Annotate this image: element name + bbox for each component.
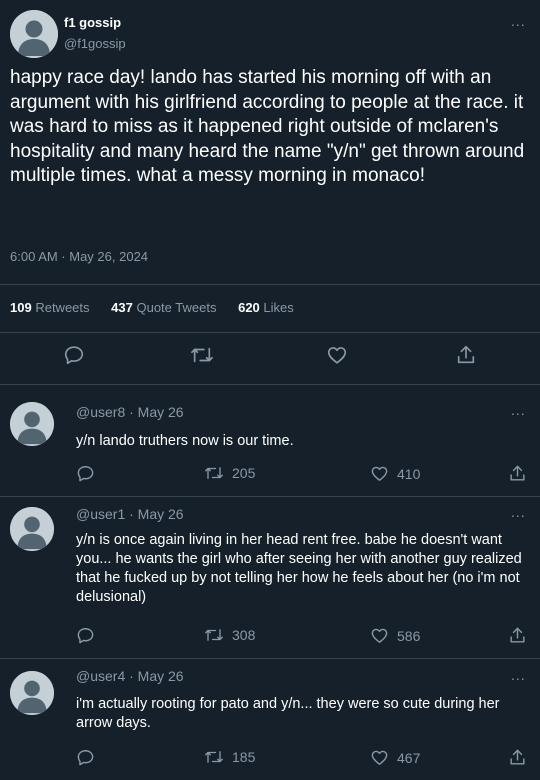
like-icon — [371, 466, 388, 481]
like-button[interactable]: 467 — [370, 748, 420, 767]
quotes-stat[interactable]: 437 Quote Tweets — [111, 300, 216, 315]
like-button[interactable]: 586 — [370, 626, 420, 645]
retweet-count: 185 — [232, 749, 256, 765]
reply-actions: 185 467 — [76, 748, 530, 770]
reply-text: y/n lando truthers now is our time. — [76, 433, 294, 449]
reply-actions: 205 410 — [76, 464, 530, 486]
retweets-stat[interactable]: 109 Retweets — [10, 300, 90, 315]
reply-icon[interactable] — [76, 626, 95, 645]
tweet-timestamp[interactable]: 6:00 AM · May 26, 2024 — [10, 249, 148, 264]
retweet-count: 205 — [232, 465, 256, 481]
reply-avatar[interactable] — [10, 507, 54, 551]
divider — [0, 658, 540, 659]
author-avatar[interactable] — [10, 10, 58, 58]
divider — [0, 384, 540, 385]
like-count: 467 — [397, 749, 421, 766]
reply-icon[interactable] — [76, 748, 95, 767]
reply-avatar[interactable] — [10, 402, 54, 446]
reply-text: y/n is once again living in her head ren… — [76, 532, 522, 605]
retweet-icon — [205, 467, 223, 479]
like-count: 586 — [397, 627, 421, 644]
tweet-stats: 109 Retweets 437 Quote Tweets 620 Likes — [10, 300, 312, 315]
like-count: 410 — [397, 465, 421, 482]
reply-meta[interactable]: @user8 · May 26 — [76, 404, 184, 420]
author-handle[interactable]: @f1gossip — [64, 36, 126, 51]
share-icon[interactable] — [455, 344, 477, 366]
retweet-count: 308 — [232, 627, 256, 643]
more-options-icon[interactable]: ... — [511, 403, 526, 417]
retweet-button[interactable]: 308 — [204, 626, 255, 644]
divider — [0, 332, 540, 333]
divider — [0, 496, 540, 497]
reply-meta[interactable]: @user1 · May 26 — [76, 506, 184, 522]
tweet-text: happy race day! lando has started his mo… — [10, 67, 525, 186]
retweet-button[interactable]: 205 — [204, 464, 255, 482]
reply-meta[interactable]: @user4 · May 26 — [76, 668, 184, 684]
reply-actions: 308 586 — [76, 626, 530, 648]
reply-text: i'm actually rooting for pato and y/n...… — [76, 696, 500, 731]
more-options-icon[interactable]: ... — [511, 668, 526, 682]
retweet-icon[interactable] — [190, 344, 214, 366]
retweet-icon — [205, 629, 223, 641]
reply-avatar[interactable] — [10, 671, 54, 715]
like-button[interactable]: 410 — [370, 464, 420, 483]
retweet-icon — [205, 751, 223, 763]
likes-stat[interactable]: 620 Likes — [238, 300, 294, 315]
like-icon — [371, 750, 388, 765]
like-icon — [371, 628, 388, 643]
more-options-icon[interactable]: ... — [511, 14, 526, 28]
share-icon[interactable] — [508, 626, 527, 645]
author-name[interactable]: f1 gossip — [64, 15, 121, 30]
reply-icon[interactable] — [76, 464, 95, 483]
reply-icon[interactable] — [63, 344, 85, 366]
more-options-icon[interactable]: ... — [511, 505, 526, 519]
divider — [0, 284, 540, 285]
like-icon[interactable] — [326, 344, 348, 366]
share-icon[interactable] — [508, 748, 527, 767]
share-icon[interactable] — [508, 464, 527, 483]
retweet-button[interactable]: 185 — [204, 748, 255, 766]
